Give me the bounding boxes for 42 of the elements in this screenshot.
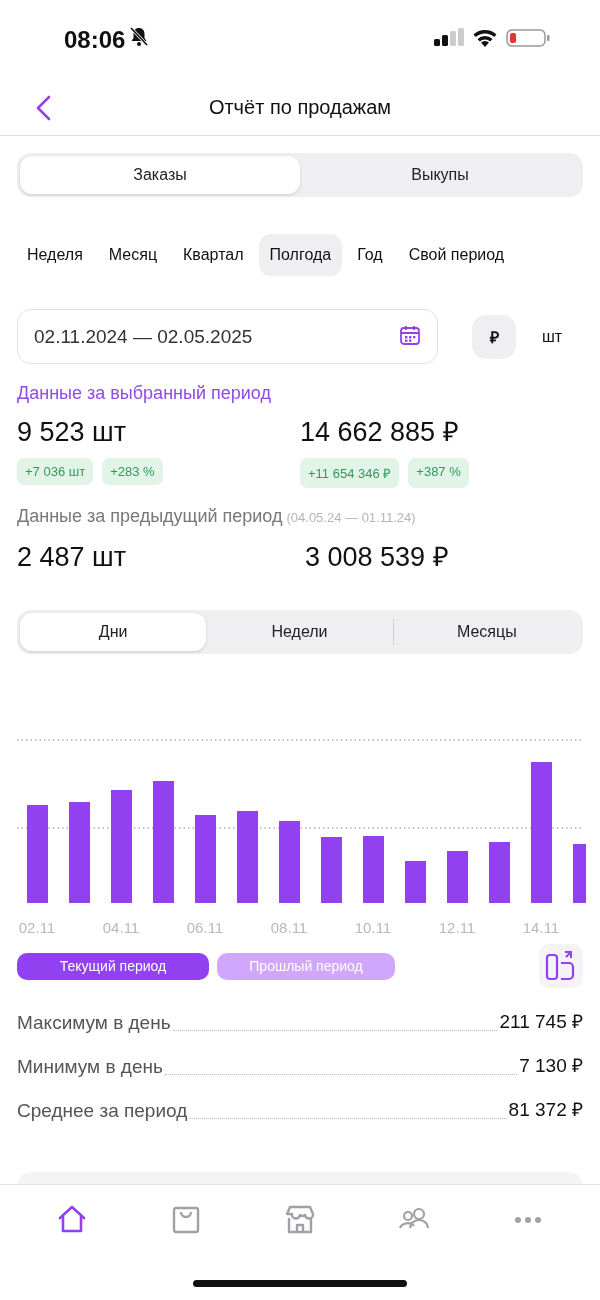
period-tab[interactable]: Свой период: [397, 234, 516, 276]
rotate-device-button[interactable]: [539, 944, 583, 988]
mode-tab[interactable]: Выкупы: [300, 156, 580, 194]
period-tab[interactable]: Неделя: [16, 234, 94, 276]
screen-title: Отчёт по продажам: [208, 96, 392, 119]
change-badge: +7 036 шт: [17, 458, 94, 485]
axis-label: 12.11: [438, 919, 476, 934]
section-title: Данные за предыдущий период: [17, 506, 283, 527]
unit-toggle[interactable]: шт: [530, 314, 574, 359]
axis-label: 14.11: [522, 919, 560, 934]
axis-label: 06.11: [186, 919, 224, 934]
change-badge: +283 %: [102, 458, 163, 485]
granularity-tab[interactable]: Недели: [206, 613, 393, 651]
unit-toggle[interactable]: ₽: [472, 314, 516, 359]
axis-label: 02.11: [18, 919, 56, 934]
period-range: (04.05.24 — 01.11.24): [286, 510, 416, 525]
granularity-tab[interactable]: Дни: [20, 613, 207, 651]
stat-label: Среднее за период: [17, 1100, 188, 1122]
period-tab[interactable]: Год: [346, 234, 394, 276]
total-value: 14 662 885 ₽: [300, 416, 460, 448]
granularity-tab[interactable]: Месяцы: [393, 613, 580, 651]
stat-value: 7 130 ₽: [519, 1054, 583, 1078]
period-tab[interactable]: Квартал: [172, 234, 255, 276]
total-value: 3 008 539 ₽: [305, 541, 450, 573]
period-tab[interactable]: Месяц: [97, 234, 169, 276]
stat-label: Максимум в день: [17, 1012, 171, 1034]
total-value: 9 523 шт: [17, 416, 128, 448]
legend-toggle[interactable]: Текущий период: [17, 952, 209, 980]
date-range-field[interactable]: 02.11.2024 — 02.05.2025: [17, 309, 438, 364]
stat-value: 81 372 ₽: [508, 1098, 583, 1122]
section-title: Данные за выбранный период: [17, 383, 272, 404]
axis-label: 08.11: [270, 919, 308, 934]
stat-label: Минимум в день: [17, 1056, 163, 1078]
axis-label: 04.11: [102, 919, 140, 934]
status-time: 08:06: [64, 26, 126, 54]
mode-tab[interactable]: Заказы: [20, 156, 300, 194]
total-value: 2 487 шт: [17, 541, 128, 573]
change-badge: +11 654 346 ₽: [300, 458, 400, 488]
period-tab[interactable]: Полгода: [258, 234, 343, 276]
axis-label: 10.11: [354, 919, 392, 934]
change-badge: +387 %: [408, 458, 469, 488]
stat-value: 211 745 ₽: [499, 1010, 583, 1034]
